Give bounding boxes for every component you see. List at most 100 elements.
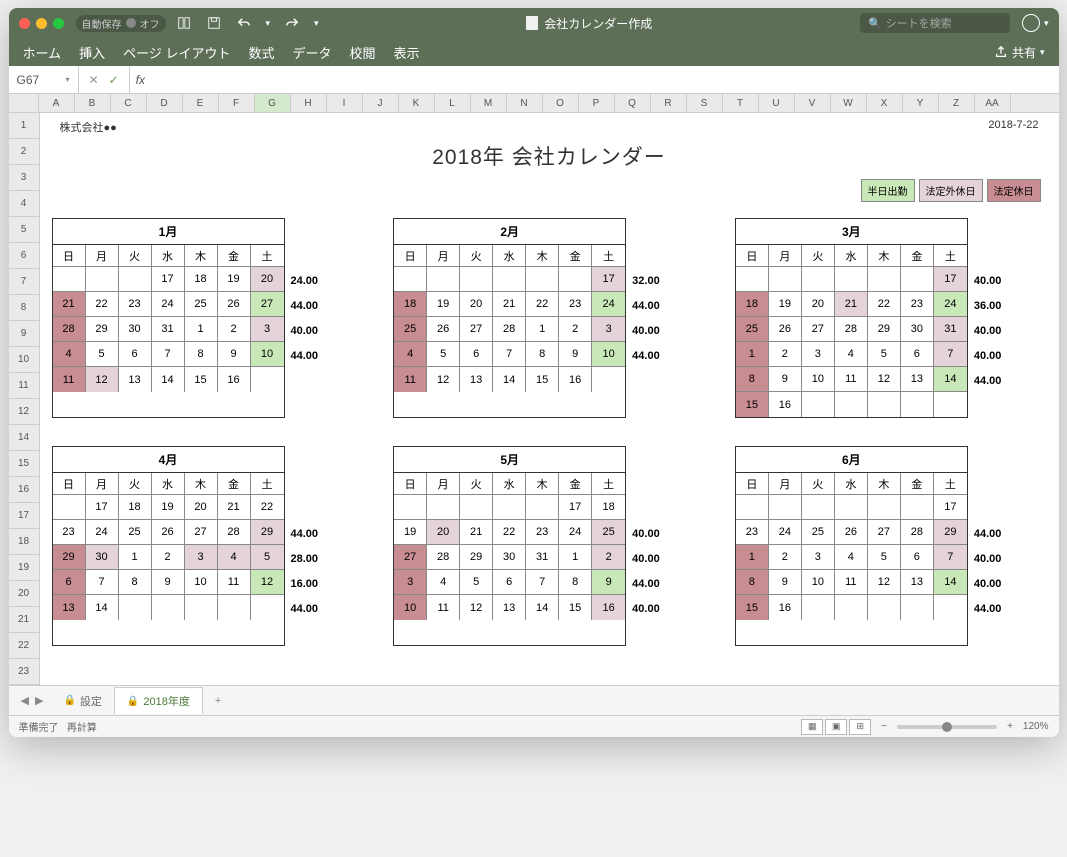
row-header[interactable]: 20: [9, 581, 39, 607]
calendar-day[interactable]: 25: [394, 317, 427, 342]
calendar-day[interactable]: 11: [427, 595, 460, 620]
add-sheet-button[interactable]: +: [205, 695, 231, 707]
calendar-day[interactable]: 13: [901, 367, 934, 392]
view-break-icon[interactable]: ⊞: [849, 719, 871, 735]
calendar-day[interactable]: 26: [835, 520, 868, 545]
calendar-day[interactable]: 16: [218, 367, 251, 392]
calendar-day[interactable]: 8: [736, 367, 769, 392]
column-header[interactable]: F: [219, 94, 255, 112]
calendar-day[interactable]: 28: [53, 317, 86, 342]
calendar-day[interactable]: [119, 267, 152, 292]
calendar-day[interactable]: 21: [460, 520, 493, 545]
column-header[interactable]: U: [759, 94, 795, 112]
calendar-day[interactable]: 7: [526, 570, 559, 595]
calendar-day[interactable]: 21: [835, 292, 868, 317]
row-header[interactable]: 1: [9, 113, 39, 139]
calendar-day[interactable]: 20: [251, 267, 284, 292]
row-header[interactable]: 8: [9, 295, 39, 321]
calendar-day[interactable]: [934, 392, 967, 417]
calendar-day[interactable]: 13: [460, 367, 493, 392]
row-header[interactable]: 9: [9, 321, 39, 347]
calendar-day[interactable]: 5: [427, 342, 460, 367]
calendar-day[interactable]: 15: [526, 367, 559, 392]
calendar-day[interactable]: [592, 367, 625, 392]
column-header[interactable]: Q: [615, 94, 651, 112]
calendar-day[interactable]: [868, 267, 901, 292]
calendar-day[interactable]: [835, 392, 868, 417]
calendar-day[interactable]: 15: [736, 392, 769, 417]
calendar-day[interactable]: 20: [460, 292, 493, 317]
column-header[interactable]: O: [543, 94, 579, 112]
column-header[interactable]: P: [579, 94, 615, 112]
calendar-day[interactable]: 22: [86, 292, 119, 317]
calendar-day[interactable]: 11: [394, 367, 427, 392]
calendar-day[interactable]: 12: [868, 367, 901, 392]
column-header[interactable]: C: [111, 94, 147, 112]
calendar-day[interactable]: 13: [53, 595, 86, 620]
calendar-day[interactable]: 9: [152, 570, 185, 595]
calendar-day[interactable]: 22: [526, 292, 559, 317]
calendar-day[interactable]: 25: [185, 292, 218, 317]
calendar-day[interactable]: [526, 267, 559, 292]
calendar-day[interactable]: 27: [394, 545, 427, 570]
calendar-day[interactable]: 5: [460, 570, 493, 595]
calendar-day[interactable]: 10: [394, 595, 427, 620]
sheet-tab[interactable]: 🔒設定: [51, 687, 114, 714]
calendar-day[interactable]: 19: [218, 267, 251, 292]
calendar-day[interactable]: 28: [835, 317, 868, 342]
calendar-day[interactable]: [427, 267, 460, 292]
calendar-day[interactable]: 16: [769, 595, 802, 620]
calendar-day[interactable]: 9: [769, 570, 802, 595]
calendar-day[interactable]: 6: [460, 342, 493, 367]
calendar-day[interactable]: 7: [152, 342, 185, 367]
calendar-day[interactable]: 27: [802, 317, 835, 342]
calendar-day[interactable]: 23: [53, 520, 86, 545]
redo-icon[interactable]: [284, 15, 300, 31]
calendar-day[interactable]: 24: [86, 520, 119, 545]
ribbon-tab[interactable]: 挿入: [79, 43, 105, 62]
calendar-day[interactable]: 13: [119, 367, 152, 392]
calendar-day[interactable]: [901, 267, 934, 292]
calendar-day[interactable]: 14: [934, 570, 967, 595]
calendar-day[interactable]: 23: [736, 520, 769, 545]
zoom-in-button[interactable]: +: [1007, 721, 1013, 732]
calendar-day[interactable]: [769, 495, 802, 520]
calendar-day[interactable]: 10: [251, 342, 284, 367]
calendar-day[interactable]: 30: [493, 545, 526, 570]
calendar-day[interactable]: 24: [559, 520, 592, 545]
calendar-day[interactable]: [53, 267, 86, 292]
calendar-day[interactable]: 18: [736, 292, 769, 317]
calendar-day[interactable]: [53, 495, 86, 520]
row-header[interactable]: 21: [9, 607, 39, 633]
column-header[interactable]: I: [327, 94, 363, 112]
calendar-day[interactable]: [394, 267, 427, 292]
column-header[interactable]: AA: [975, 94, 1011, 112]
calendar-day[interactable]: 4: [218, 545, 251, 570]
calendar-day[interactable]: 12: [251, 570, 284, 595]
calendar-day[interactable]: 8: [559, 570, 592, 595]
calendar-day[interactable]: 7: [86, 570, 119, 595]
calendar-day[interactable]: 17: [934, 267, 967, 292]
calendar-day[interactable]: 27: [185, 520, 218, 545]
tab-nav-next-icon[interactable]: ▶: [35, 694, 43, 707]
calendar-day[interactable]: 25: [592, 520, 625, 545]
row-header[interactable]: 10: [9, 347, 39, 373]
calendar-day[interactable]: 19: [769, 292, 802, 317]
calendar-day[interactable]: 23: [901, 292, 934, 317]
calendar-day[interactable]: [460, 267, 493, 292]
calendar-day[interactable]: 10: [802, 367, 835, 392]
calendar-day[interactable]: 25: [736, 317, 769, 342]
calendar-day[interactable]: 31: [526, 545, 559, 570]
calendar-day[interactable]: [185, 595, 218, 620]
calendar-day[interactable]: 24: [152, 292, 185, 317]
undo-dropdown-icon[interactable]: ▾: [266, 18, 271, 29]
calendar-day[interactable]: [119, 595, 152, 620]
calendar-day[interactable]: 10: [185, 570, 218, 595]
calendar-day[interactable]: 15: [559, 595, 592, 620]
column-header[interactable]: R: [651, 94, 687, 112]
calendar-day[interactable]: 17: [152, 267, 185, 292]
row-header[interactable]: 2: [9, 139, 39, 165]
calendar-day[interactable]: 20: [802, 292, 835, 317]
accept-formula-icon[interactable]: ✓: [109, 73, 119, 87]
calendar-day[interactable]: 14: [152, 367, 185, 392]
